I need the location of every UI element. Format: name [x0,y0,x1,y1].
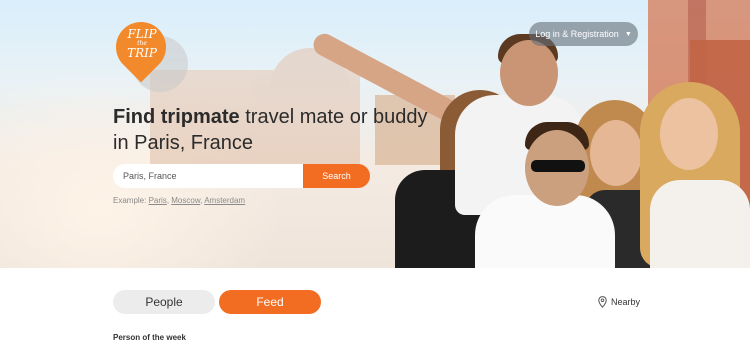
search-bar: Search [113,164,370,188]
logo-text-flip: FLIP [127,27,157,41]
page-headline: Find tripmate travel mate or buddy in Pa… [113,104,433,156]
headline-bold: Find tripmate [113,106,240,128]
logo-text-trip: TRIP [127,46,157,60]
search-examples: Example: Paris, Moscow, Amsterdam [113,196,246,205]
hero-photo-person [475,195,615,268]
login-registration-label: Log in & Registration [535,29,619,39]
hero-photo-sunglasses [531,160,585,172]
section-title-person-of-the-week: Person of the week [113,333,186,342]
login-registration-button[interactable]: Log in & Registration ▼ [529,22,638,46]
hero-photo-person [590,120,642,186]
hero-banner: FLIP the TRIP Log in & Registration ▼ Fi… [0,0,750,268]
logo-text: FLIP the TRIP [118,28,166,59]
example-link-amsterdam[interactable]: Amsterdam [204,196,245,205]
example-link-moscow[interactable]: Moscow [171,196,200,205]
search-button[interactable]: Search [303,164,370,188]
example-prefix: Example: [113,196,149,205]
nearby-filter[interactable]: Nearby [598,296,640,308]
nearby-label: Nearby [611,297,641,307]
search-input[interactable] [113,164,303,188]
tab-people[interactable]: People [113,290,215,314]
caret-down-icon: ▼ [624,30,632,38]
location-pin-icon [598,296,607,308]
hero-photo-person [650,180,750,268]
tab-feed[interactable]: Feed [219,290,321,314]
flip-the-trip-logo[interactable]: FLIP the TRIP [105,11,188,92]
view-tabs: People Feed [113,290,321,314]
hero-photo-person [500,40,558,106]
example-link-paris[interactable]: Paris [149,196,167,205]
hero-photo-person [660,98,718,170]
